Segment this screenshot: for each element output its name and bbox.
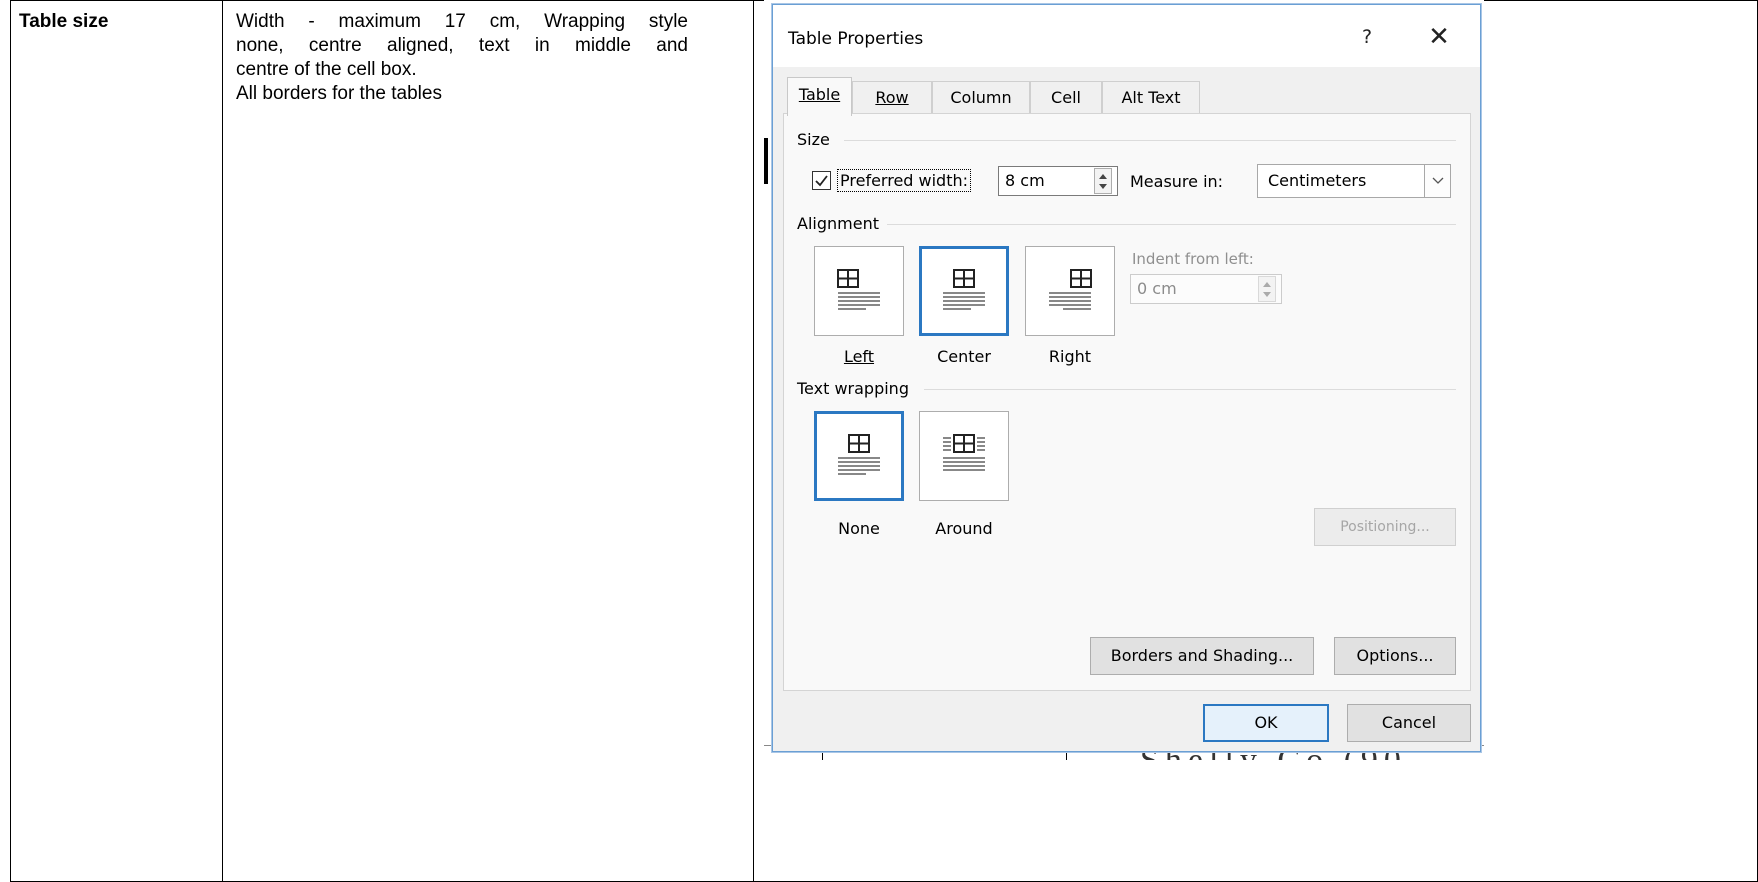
tab-cell[interactable]: Cell: [1030, 81, 1102, 115]
tab-table[interactable]: Table: [787, 77, 852, 116]
align-right-option[interactable]: [1025, 246, 1115, 336]
chevron-down-icon: [1432, 177, 1444, 184]
align-right-icon: [1049, 269, 1092, 310]
wrap-none-label: None: [814, 519, 904, 538]
measure-in-value: Centimeters: [1268, 171, 1367, 190]
wrap-none-icon: [838, 434, 880, 475]
tab-label: Alt Text: [1121, 88, 1181, 107]
tab-alt-text[interactable]: Alt Text: [1102, 81, 1200, 115]
wrap-around-label: Around: [919, 519, 1009, 538]
description-line: centre of the cell box.: [236, 59, 417, 80]
wrap-around-option[interactable]: [919, 411, 1009, 501]
row-label: Table size: [19, 11, 109, 32]
wrap-around-text: Around: [935, 519, 993, 538]
indent-spinner[interactable]: [1258, 276, 1276, 302]
description-line: Width - maximum 17 cm, Wrapping style: [236, 11, 688, 32]
wrap-none-text: None: [838, 519, 880, 538]
positioning-button[interactable]: Positioning...: [1314, 508, 1456, 546]
align-center-icon: [943, 269, 985, 310]
align-left-label: Left: [814, 347, 904, 366]
alignment-section-label: Alignment: [797, 214, 887, 233]
background-doc-mark: [764, 138, 768, 184]
borders-and-shading-button[interactable]: Borders and Shading...: [1090, 637, 1314, 675]
tab-column[interactable]: Column: [932, 81, 1030, 115]
wrap-none-option[interactable]: [814, 411, 904, 501]
description-line: none, centre aligned, text in middle and: [236, 35, 688, 56]
table-tab-panel: Size Preferred width: 8 cm Measure in: C…: [783, 113, 1471, 691]
size-section-label: Size: [797, 130, 838, 149]
tab-label: Table: [798, 85, 841, 104]
section-divider: [844, 140, 1456, 141]
options-button[interactable]: Options...: [1334, 637, 1456, 675]
align-right-label: Right: [1025, 347, 1115, 366]
dialog-title: Table Properties: [788, 29, 924, 49]
close-button[interactable]: ✕: [1423, 22, 1455, 52]
spin-up-icon[interactable]: [1263, 282, 1271, 287]
cancel-button[interactable]: Cancel: [1347, 704, 1471, 742]
tab-label: Column: [950, 88, 1012, 107]
spin-up-icon[interactable]: [1099, 174, 1107, 179]
align-left-option[interactable]: [814, 246, 904, 336]
checkmark-icon: [815, 175, 828, 187]
dialog-screenshot: Shelly Co (90 Table Properties ? ✕ Table…: [764, 0, 1484, 760]
section-divider: [924, 389, 1456, 390]
spin-down-icon[interactable]: [1263, 292, 1271, 297]
preferred-width-checkbox[interactable]: [812, 171, 831, 190]
tab-row[interactable]: Row: [852, 81, 932, 115]
tab-label: Row: [875, 88, 909, 107]
align-right-text: Right: [1048, 347, 1092, 366]
spin-down-icon[interactable]: [1099, 184, 1107, 189]
tab-label: Cell: [1051, 88, 1081, 107]
help-button[interactable]: ?: [1353, 23, 1381, 51]
indent-from-left-label: Indent from left:: [1132, 250, 1254, 268]
dialog-titlebar[interactable]: Table Properties ? ✕: [773, 5, 1480, 67]
description-line: All borders for the tables: [236, 83, 442, 104]
align-center-text: Center: [937, 347, 991, 366]
preferred-width-label[interactable]: Preferred width:: [837, 169, 972, 192]
measure-in-label: Measure in:: [1130, 172, 1224, 191]
wrap-around-icon: [943, 434, 985, 471]
text-wrapping-section-label: Text wrapping: [797, 379, 917, 398]
table-properties-dialog: Table Properties ? ✕ Table Row Column Ce…: [772, 4, 1481, 752]
align-center-option[interactable]: [919, 246, 1009, 336]
align-left-text: Left: [843, 347, 875, 366]
section-divider: [884, 224, 1456, 225]
preferred-width-spinner[interactable]: [1094, 168, 1112, 194]
description-cell: Width - maximum 17 cm, Wrapping style no…: [222, 0, 754, 882]
row-label-cell: Table size: [10, 0, 223, 882]
ok-button[interactable]: OK: [1203, 704, 1329, 742]
align-center-label: Center: [919, 347, 1009, 366]
dropdown-button[interactable]: [1424, 165, 1450, 197]
measure-in-select[interactable]: Centimeters: [1257, 164, 1451, 198]
align-left-icon: [837, 269, 880, 310]
